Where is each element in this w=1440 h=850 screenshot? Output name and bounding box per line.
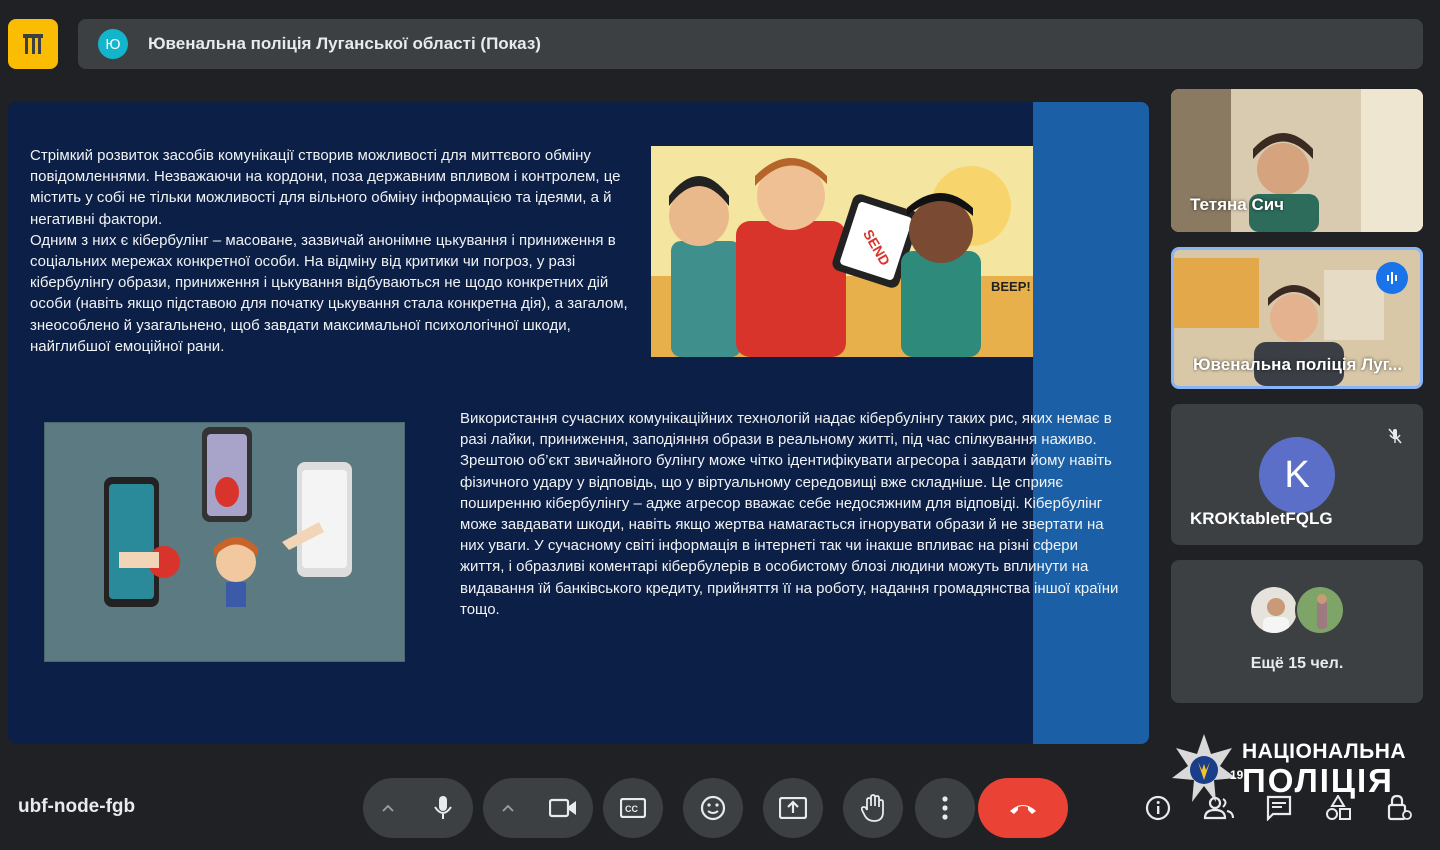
presentation-bar[interactable]: Ю Ювенальна поліція Луганської області (… [78,19,1423,69]
present-screen-button[interactable] [763,778,823,838]
slide-paragraph-2: Використання сучасних комунікаційних тех… [460,410,1119,618]
call-end-icon [1010,805,1036,814]
participant-name: Тетяна Сич [1190,195,1285,214]
activities-button[interactable] [1323,793,1353,823]
presenter-avatar: Ю [98,29,128,59]
emoji-icon [700,795,726,821]
participant-tile-2[interactable]: Ювенальна поліція Луг... [1171,247,1423,389]
videocam-icon [549,798,576,818]
participant-name: KROKtabletFQLG [1190,509,1333,528]
info-icon [1145,795,1171,821]
mic-control-group [363,778,473,838]
reactions-button[interactable] [683,778,743,838]
speaking-indicator-icon [1376,262,1408,294]
cyberbullying-illustration-2 [44,422,405,662]
hand-icon [861,794,884,822]
meet-logo-icon [23,34,43,54]
chat-button[interactable] [1264,793,1294,823]
participant-tile-1[interactable]: Тетяна Сич [1171,89,1423,232]
captions-button[interactable]: CC [603,778,663,838]
mic-options-chevron-icon[interactable] [363,778,413,838]
people-icon [1203,796,1234,820]
avatar [1249,585,1299,635]
more-vert-icon [942,796,948,820]
app-logo[interactable] [8,19,58,69]
meeting-code: ubf-node-fgb [18,796,136,817]
beep-label: BEEP! [991,279,1031,294]
raise-hand-button[interactable] [843,778,903,838]
participant-avatar: K [1259,437,1335,513]
shared-slide: Стрімкий розвиток засобів комунікації ст… [8,102,1149,744]
more-participants-avatars [1249,585,1345,635]
camera-options-chevron-icon[interactable] [483,778,533,838]
meeting-details-button[interactable] [1143,793,1173,823]
activities-shapes-icon [1326,795,1351,820]
mic-icon [434,796,452,819]
host-controls-button[interactable] [1384,793,1414,823]
svg-text:CC: CC [625,804,638,814]
mic-button[interactable] [413,778,473,838]
participant-tile-3[interactable]: K KROKtabletFQLG [1171,404,1423,545]
presentation-title: Ювенальна поліція Луганської області (По… [148,34,541,53]
slide-paragraph-1: Стрімкий розвиток засобів комунікації ст… [30,147,628,355]
more-options-button[interactable] [915,778,975,838]
mic-off-icon [1381,422,1409,450]
people-button[interactable] [1202,793,1236,823]
cyberbullying-illustration-1: SEND BEEP! [651,146,1033,357]
more-participants-tile[interactable]: Ещё 15 чел. [1171,560,1423,703]
avatar [1295,585,1345,635]
chat-icon [1266,795,1292,821]
end-call-button[interactable] [978,778,1068,838]
participant-name: Ювенальна поліція Луг... [1193,355,1403,374]
lock-person-icon [1387,794,1412,821]
more-participants-label: Ещё 15 чел. [1250,655,1344,672]
camera-control-group [483,778,593,838]
watermark-line-1: НАЦІОНАЛЬНА [1242,740,1407,763]
present-to-all-icon [779,797,807,819]
camera-button[interactable] [533,778,593,838]
closed-captions-icon: CC [620,798,646,818]
